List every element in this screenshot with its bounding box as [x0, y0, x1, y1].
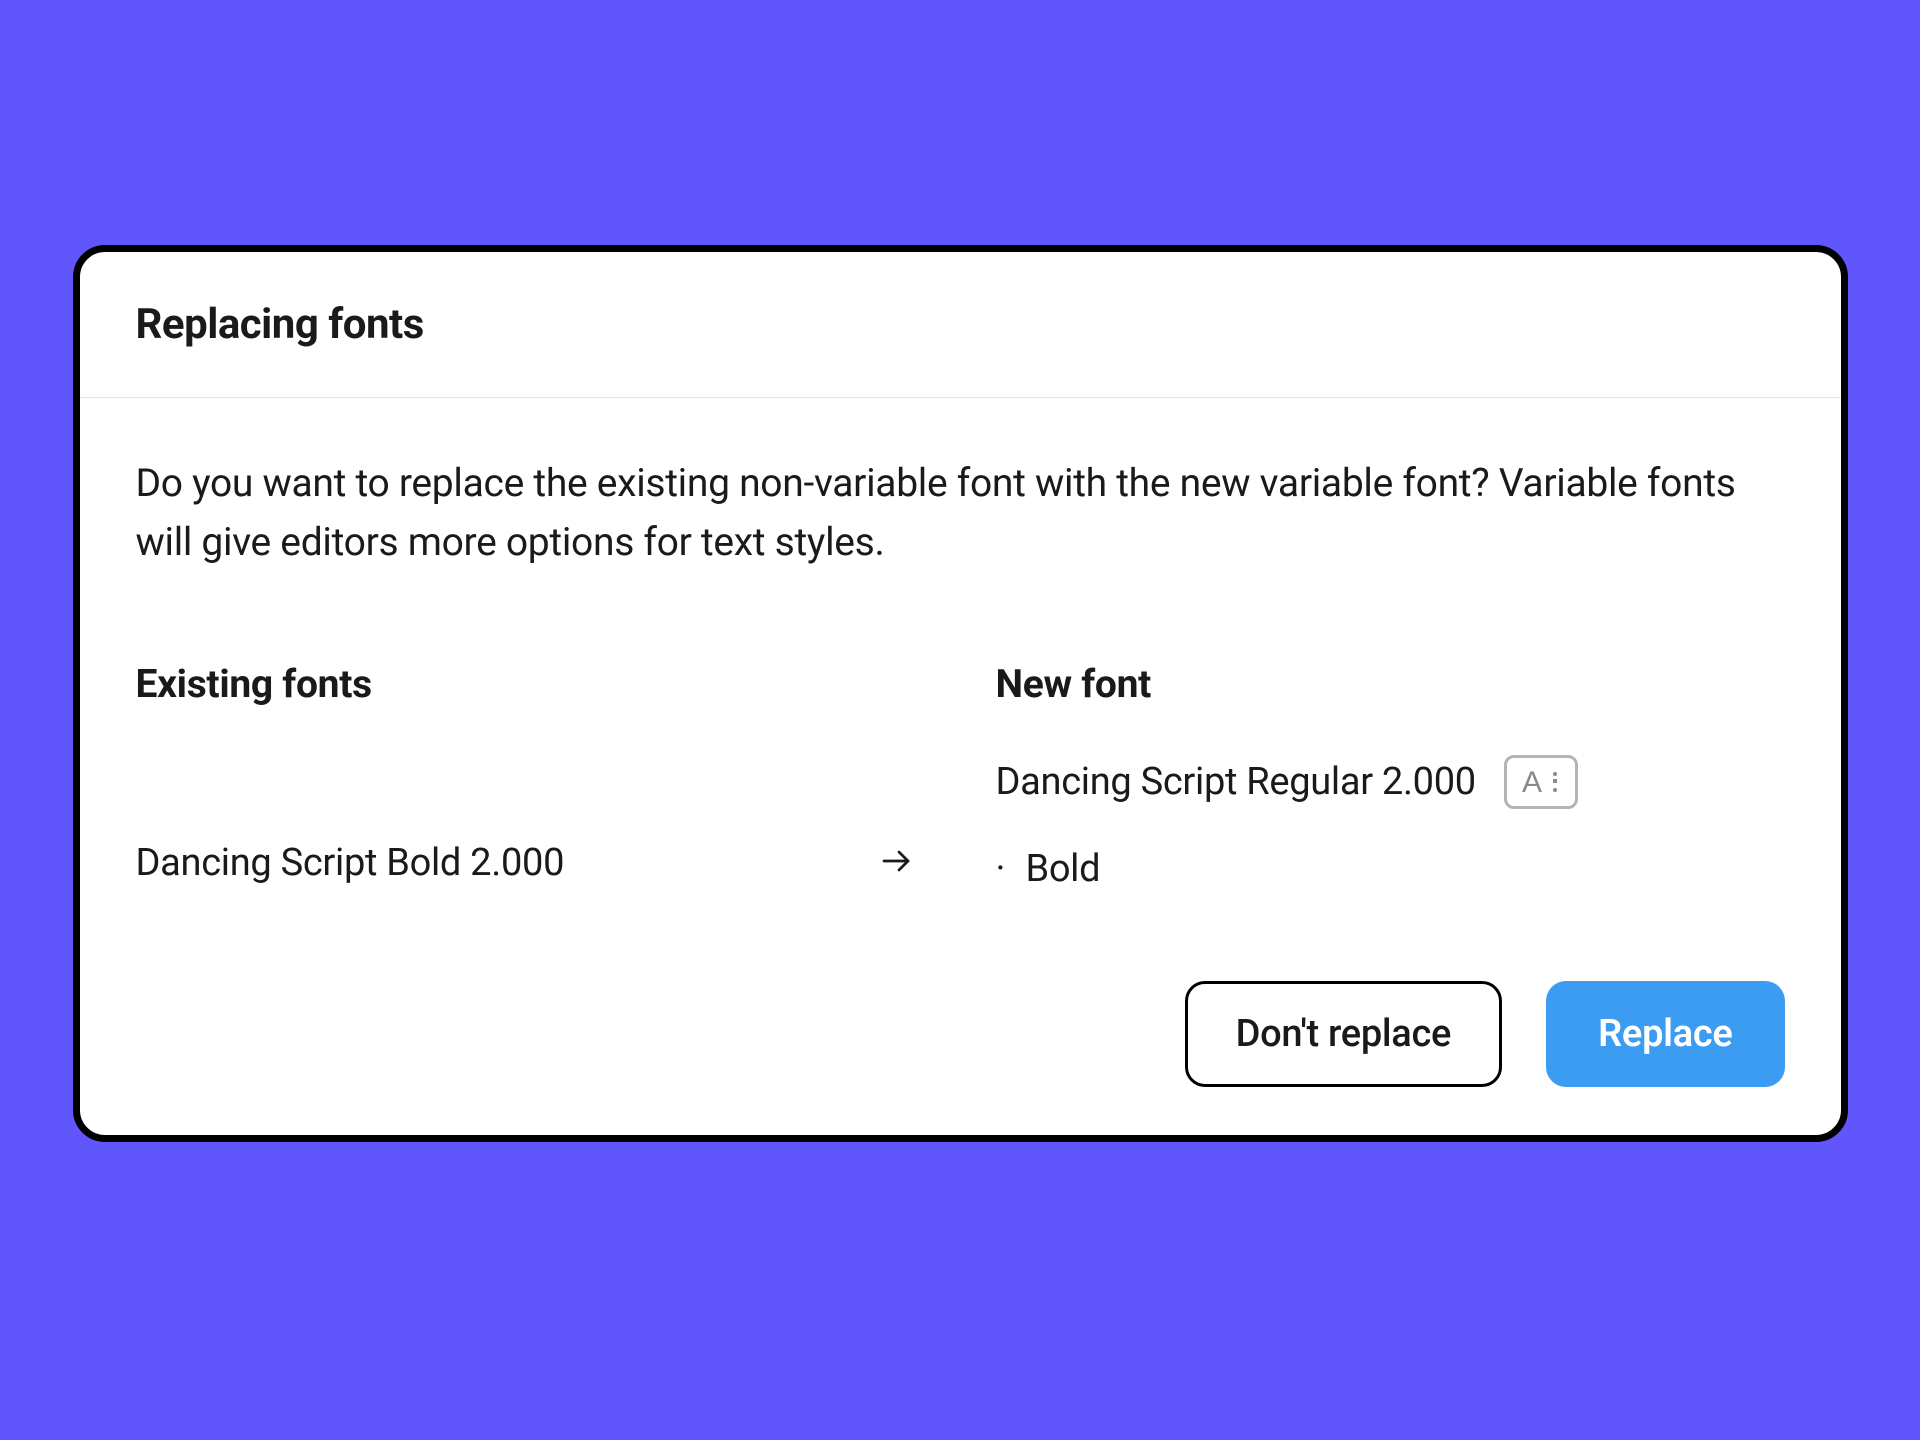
new-font-header-row: Dancing Script Regular 2.000 A	[996, 755, 1785, 809]
new-font-column: Dancing Script Regular 2.000 A · Bold	[996, 755, 1785, 891]
dialog-footer: Don't replace Replace	[136, 891, 1785, 1087]
dialog-header: Replacing fonts	[80, 252, 1841, 398]
font-comparison: Dancing Script Bold 2.000 Dancing Script…	[136, 755, 1785, 891]
existing-font-column: Dancing Script Bold 2.000	[136, 761, 926, 885]
svg-text:A: A	[1522, 766, 1542, 799]
existing-font-row: Dancing Script Bold 2.000	[136, 841, 926, 885]
dialog-description: Do you want to replace the existing non-…	[136, 454, 1785, 571]
dialog-title: Replacing fonts	[136, 300, 1785, 349]
arrow-right-icon	[878, 843, 914, 883]
new-font-header: New font	[996, 661, 1785, 707]
variable-font-icon: A	[1504, 755, 1578, 809]
columns-header: Existing fonts New font	[136, 661, 1785, 707]
existing-fonts-header: Existing fonts	[136, 661, 926, 707]
replace-button[interactable]: Replace	[1546, 981, 1784, 1087]
dont-replace-button[interactable]: Don't replace	[1185, 981, 1502, 1087]
bullet-icon: ·	[996, 847, 1006, 891]
new-font-name: Dancing Script Regular 2.000	[996, 760, 1476, 804]
dialog-body: Do you want to replace the existing non-…	[80, 398, 1841, 1135]
new-font-variant: Bold	[1025, 847, 1100, 891]
replacing-fonts-dialog: Replacing fonts Do you want to replace t…	[73, 245, 1848, 1142]
existing-font-name: Dancing Script Bold 2.000	[136, 841, 565, 885]
new-font-variant-row: · Bold	[996, 847, 1785, 891]
